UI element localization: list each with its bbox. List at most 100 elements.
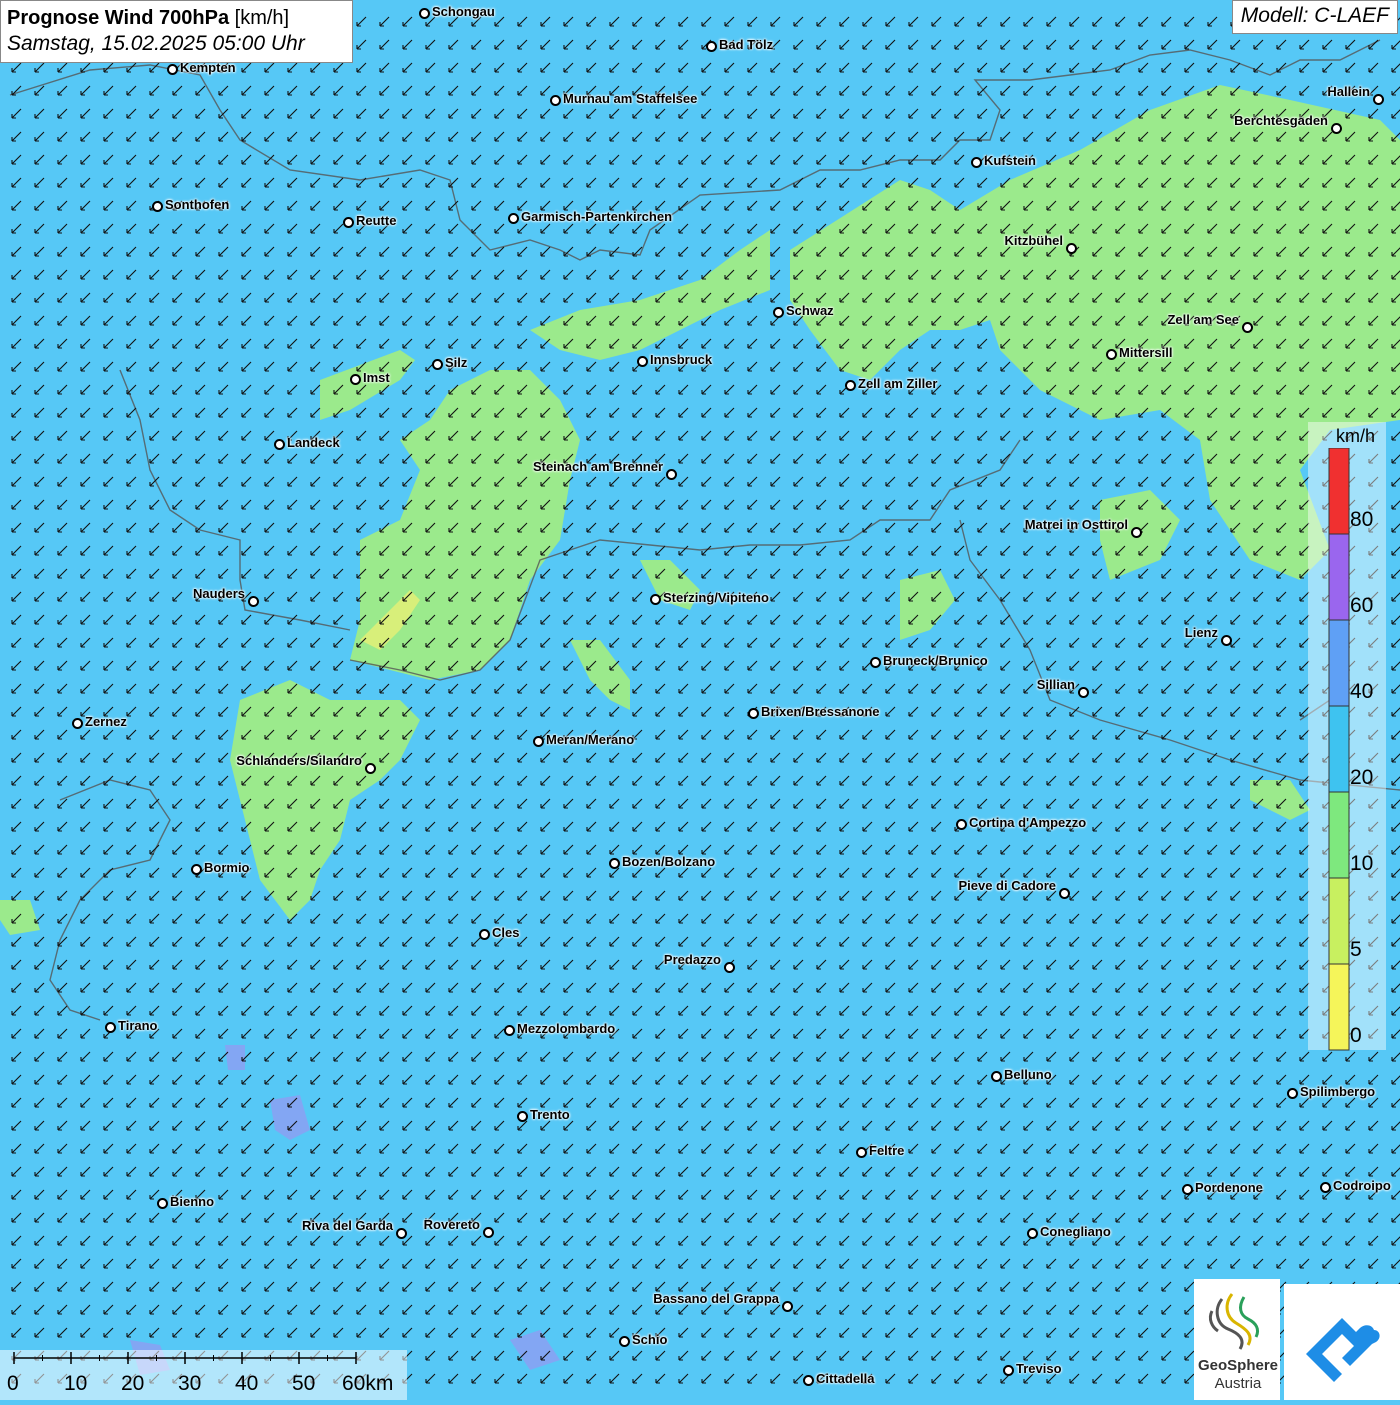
legend-color-step xyxy=(1328,448,1350,535)
city-label: Lienz xyxy=(1184,625,1218,640)
city-label: Tirano xyxy=(118,1018,158,1033)
city-label: Schwaz xyxy=(786,303,834,318)
legend-label: 80 xyxy=(1350,508,1374,531)
city-label: Kufstein xyxy=(984,153,1036,168)
city-marker xyxy=(157,1198,168,1209)
city-marker xyxy=(1078,687,1089,698)
city-label: Innsbruck xyxy=(650,352,713,367)
city-marker xyxy=(274,439,285,450)
city-marker xyxy=(483,1227,494,1238)
geosphere-logo-subtext: Austria xyxy=(1214,1375,1262,1392)
city-label: Conegliano xyxy=(1040,1224,1111,1239)
city-label: Zell am See xyxy=(1167,312,1239,327)
map-title: Prognose Wind 700hPa [km/h] xyxy=(7,5,346,31)
city-marker xyxy=(845,380,856,391)
legend-label: 0 xyxy=(1350,1024,1362,1047)
city-marker xyxy=(971,157,982,168)
city-label: Riva del Garda xyxy=(301,1218,393,1233)
city-label: Matrei in Osttirol xyxy=(1024,517,1128,532)
city-marker xyxy=(1106,349,1117,360)
city-marker xyxy=(508,213,519,224)
legend-label: 60 xyxy=(1350,594,1374,617)
city-label: Rovereto xyxy=(423,1217,480,1232)
city-label: Murnau am Staffelsee xyxy=(563,91,698,106)
city-marker xyxy=(533,736,544,747)
city-marker xyxy=(1331,123,1342,134)
city-label: Bruneck/Brunico xyxy=(883,653,988,668)
city-marker xyxy=(724,962,735,973)
city-label: Hallein xyxy=(1327,84,1370,99)
city-marker xyxy=(1059,888,1070,899)
city-marker xyxy=(706,41,717,52)
legend-color-step xyxy=(1328,963,1350,1051)
city-label: Bozen/Bolzano xyxy=(622,854,716,869)
city-marker xyxy=(782,1301,793,1312)
city-label: Cortina d'Ampezzo xyxy=(969,815,1087,830)
legend-color-step xyxy=(1328,619,1350,707)
city-label: Brixen/Bressanone xyxy=(761,704,880,719)
title-unit: [km/h] xyxy=(234,7,290,29)
city-marker xyxy=(650,594,661,605)
city-label: Schongau xyxy=(432,4,495,19)
weather-logo-icon xyxy=(1306,1318,1380,1382)
city-label: Bienno xyxy=(170,1194,215,1209)
city-label: Garmisch-Partenkirchen xyxy=(521,209,673,224)
city-label: Zernez xyxy=(85,714,127,729)
city-marker xyxy=(773,307,784,318)
city-marker xyxy=(1027,1228,1038,1239)
city-marker xyxy=(1320,1182,1331,1193)
legend-color-step xyxy=(1328,877,1350,965)
city-label: Pieve di Cadore xyxy=(958,878,1056,893)
city-marker xyxy=(1242,322,1253,333)
city-marker xyxy=(1373,94,1384,105)
city-label: Bad Tölz xyxy=(719,37,774,52)
city-marker xyxy=(803,1375,814,1386)
city-label: Zell am Ziller xyxy=(858,376,938,391)
legend-label: 5 xyxy=(1350,938,1362,961)
scale-label: 60km xyxy=(342,1372,394,1395)
city-label: Mittersill xyxy=(1119,345,1173,360)
city-label: Sonthofen xyxy=(165,197,230,212)
city-label: Nauders xyxy=(192,586,245,601)
legend-label: 20 xyxy=(1350,766,1374,789)
city-marker xyxy=(105,1022,116,1033)
city-marker xyxy=(856,1147,867,1158)
city-marker xyxy=(991,1071,1002,1082)
city-marker xyxy=(350,374,361,385)
city-label: Feltre xyxy=(869,1143,905,1158)
city-marker xyxy=(748,708,759,719)
city-label: Predazzo xyxy=(663,952,721,967)
city-marker xyxy=(1182,1184,1193,1195)
legend-colorbar xyxy=(1328,448,1350,1051)
city-marker xyxy=(248,596,259,607)
city-label: Sillian xyxy=(1036,677,1075,692)
city-marker xyxy=(1066,243,1077,254)
city-label: Steinach am Brenner xyxy=(532,459,663,474)
city-marker xyxy=(666,469,677,480)
weather-logo xyxy=(1284,1284,1400,1400)
city-label: Schlanders/Silandro xyxy=(236,753,362,768)
city-label: Trento xyxy=(530,1107,570,1122)
city-marker xyxy=(870,657,881,668)
city-marker xyxy=(609,858,620,869)
city-label: Kempten xyxy=(180,60,236,75)
city-label: Spilimbergo xyxy=(1300,1084,1376,1099)
city-marker xyxy=(1287,1088,1298,1099)
scale-label: 30 xyxy=(178,1372,202,1395)
city-label: Bassano del Grappa xyxy=(653,1291,779,1306)
legend-label: 40 xyxy=(1350,680,1374,703)
scale-label: 50 xyxy=(292,1372,316,1395)
city-label: Imst xyxy=(363,370,390,385)
geosphere-logo-text: GeoSphere xyxy=(1197,1357,1279,1374)
city-label: Belluno xyxy=(1004,1067,1052,1082)
city-label: Meran/Merano xyxy=(546,732,635,747)
legend-color-step xyxy=(1328,533,1350,621)
city-marker xyxy=(343,217,354,228)
city-label: Cittadella xyxy=(816,1371,875,1386)
city-label: Reutte xyxy=(356,213,397,228)
scale-label: 10 xyxy=(64,1372,88,1395)
legend-color-step xyxy=(1328,705,1350,793)
city-marker xyxy=(191,864,202,875)
city-marker xyxy=(432,359,443,370)
city-marker xyxy=(1221,635,1232,646)
